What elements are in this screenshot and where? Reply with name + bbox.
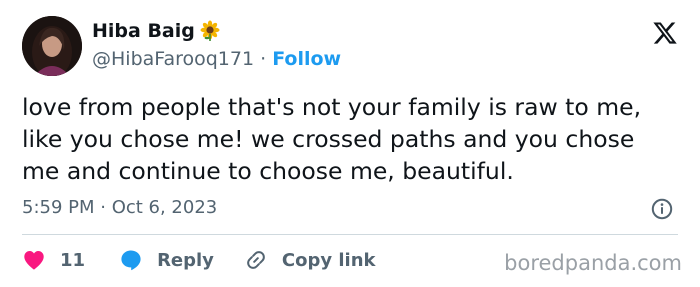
x-logo-icon[interactable]: [652, 20, 678, 46]
handle-separator: ·: [260, 48, 267, 70]
like-count: 11: [60, 249, 86, 271]
copy-link-label: Copy link: [281, 249, 376, 271]
link-icon: [247, 251, 265, 269]
sunflower-icon: [199, 20, 221, 42]
watermark: boredpanda.com: [504, 251, 682, 275]
reply-button[interactable]: Reply: [119, 248, 214, 272]
tweet-text: love from people that's not your family …: [22, 93, 642, 185]
divider: [22, 234, 678, 235]
avatar[interactable]: [22, 16, 82, 76]
reply-bubble-icon: [121, 250, 141, 271]
author-name-row[interactable]: Hiba Baig: [92, 20, 221, 42]
info-icon[interactable]: [651, 198, 673, 220]
avatar-photo: [22, 16, 82, 76]
heart-icon: [24, 251, 44, 270]
copy-link-button[interactable]: Copy link: [244, 248, 376, 272]
tweet-actions: 11 Reply Copy link: [22, 247, 376, 273]
author-display-name[interactable]: Hiba Baig: [92, 20, 195, 42]
tweet-timestamp[interactable]: 5:59 PM · Oct 6, 2023: [22, 197, 217, 218]
like-button[interactable]: 11: [22, 248, 85, 272]
author-handle-row: @HibaFarooq171 · Follow: [92, 48, 341, 70]
reply-label: Reply: [157, 249, 214, 271]
author-handle[interactable]: @HibaFarooq171: [92, 48, 254, 70]
follow-button[interactable]: Follow: [272, 48, 341, 70]
